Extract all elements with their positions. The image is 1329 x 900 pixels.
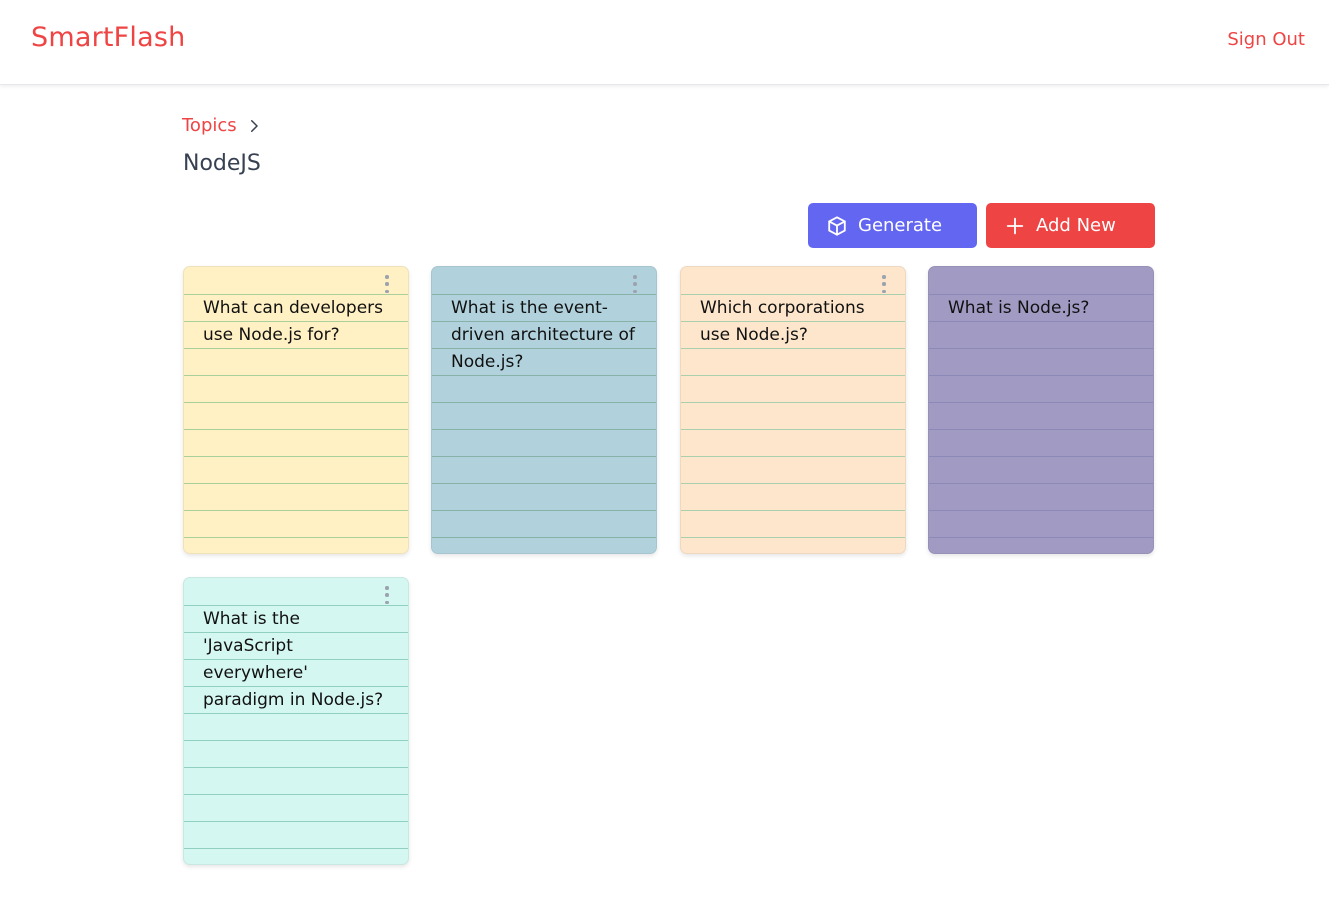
plus-icon (1006, 217, 1024, 234)
generate-button-label: Generate (858, 215, 943, 236)
breadcrumb-topics-link[interactable]: Topics (182, 115, 237, 136)
card-menu-icon[interactable] (384, 275, 390, 293)
chevron-right-icon (250, 119, 258, 132)
card-menu-icon[interactable] (632, 275, 638, 293)
flashcard[interactable]: What can developers use Node.js for? (183, 266, 409, 554)
card-menu-icon[interactable] (384, 586, 390, 604)
cube-icon (828, 215, 846, 236)
flashcard[interactable]: What is the event-driven architecture of… (431, 266, 657, 554)
flashcard-question: Which corporations use Node.js? (700, 298, 865, 345)
card-ruled-lines (929, 294, 1153, 553)
add-new-button-label: Add New (1036, 215, 1116, 236)
card-menu-icon[interactable] (881, 275, 887, 293)
generate-button[interactable]: Generate (808, 203, 977, 248)
flashcard[interactable]: What is Node.js? (928, 266, 1154, 554)
flashcard-question: What is the 'JavaScript everywhere' para… (203, 609, 384, 710)
flashcard[interactable]: What is the 'JavaScript everywhere' para… (183, 577, 409, 865)
add-new-button[interactable]: Add New (986, 203, 1155, 248)
brand-logo[interactable]: SmartFlash (31, 22, 185, 53)
top-navbar: SmartFlash Sign Out (0, 0, 1329, 85)
page-title: NodeJS (183, 151, 261, 176)
flashcard-question: What can developers use Node.js for? (203, 298, 384, 345)
flashcard-question: What is Node.js? (948, 298, 1090, 318)
flashcard[interactable]: Which corporations use Node.js? (680, 266, 906, 554)
breadcrumb[interactable]: Topics (182, 115, 263, 136)
flashcard-question: What is the event-driven architecture of… (451, 298, 635, 372)
sign-out-link[interactable]: Sign Out (1227, 29, 1305, 50)
